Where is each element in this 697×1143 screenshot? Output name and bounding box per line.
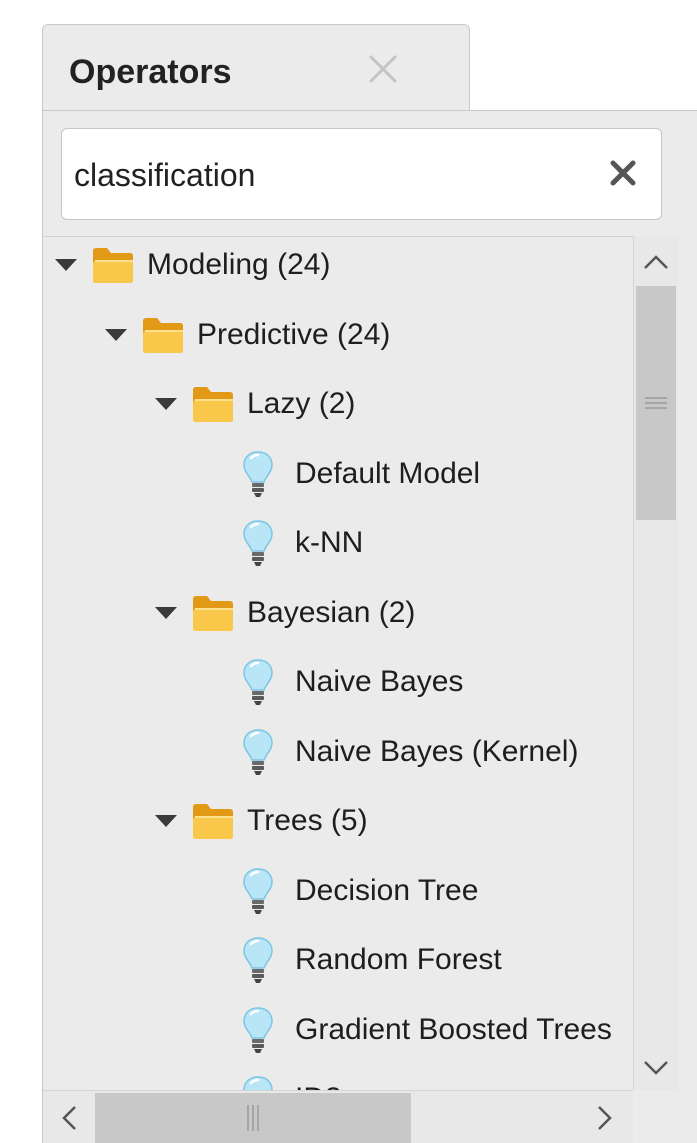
lightbulb-icon <box>243 520 273 566</box>
tab-title: Operators <box>69 53 232 91</box>
tree-operator-row[interactable]: Random Forest <box>241 932 502 988</box>
grip-icon <box>645 397 667 409</box>
tree-item-label: ID3 <box>295 1082 342 1090</box>
scroll-up-icon[interactable] <box>634 240 678 284</box>
lightbulb-icon <box>243 1076 273 1090</box>
tree-folder-row[interactable]: Predictive (24) <box>105 307 390 363</box>
tree-item-label: k-NN <box>295 526 364 559</box>
lightbulb-icon <box>243 659 273 705</box>
scrollbar-corner <box>633 1090 678 1143</box>
folder-icon <box>193 804 233 839</box>
tree-item-label: Bayesian (2) <box>247 595 416 629</box>
tree-folder-row[interactable]: Lazy (2) <box>155 376 355 432</box>
folder-icon <box>93 248 133 283</box>
horizontal-scroll-thumb[interactable] <box>95 1093 411 1143</box>
tree-operator-row[interactable]: Default Model <box>241 446 480 502</box>
tree-item-label: Default Model <box>295 456 481 490</box>
tree-operator-row[interactable]: Decision Tree <box>241 863 478 919</box>
operator-tree: Modeling (24) Predictive (24) Lazy (2) Defa… <box>43 236 633 1090</box>
tree-item-label: Trees (5) <box>247 804 368 837</box>
triangle-down-icon[interactable] <box>155 814 177 828</box>
scroll-down-icon[interactable] <box>634 1046 678 1090</box>
scroll-left-icon[interactable] <box>49 1091 89 1143</box>
tree-item-label: Naive Bayes <box>295 665 464 698</box>
tree-item-label: Gradient Boosted Trees <box>295 1012 612 1046</box>
tree-item-label: Modeling (24) <box>147 248 331 281</box>
tree-folder-row[interactable]: Modeling (24) <box>55 237 330 293</box>
folder-icon <box>193 387 233 422</box>
folder-icon <box>143 317 183 353</box>
grip-icon <box>247 1105 259 1131</box>
vertical-scroll-thumb[interactable] <box>636 286 676 520</box>
lightbulb-icon <box>243 1006 273 1053</box>
close-icon[interactable] <box>361 47 405 91</box>
tree-folder-row[interactable]: Bayesian (2) <box>155 585 415 641</box>
folder-icon <box>193 595 233 631</box>
tree-item-label: Lazy (2) <box>247 387 356 420</box>
lightbulb-icon <box>243 728 273 775</box>
tree-item-label: Predictive (24) <box>197 317 391 351</box>
horizontal-scrollbar[interactable] <box>43 1090 633 1143</box>
clear-icon[interactable] <box>601 151 645 195</box>
tree-item-label: Naive Bayes (Kernel) <box>295 734 579 768</box>
panel-border <box>469 110 697 111</box>
tree-operator-row[interactable]: Naive Bayes <box>241 654 463 710</box>
tree-item-label: Decision Tree <box>295 873 479 907</box>
search-input[interactable] <box>74 147 574 203</box>
tree-operator-row[interactable]: k-NN <box>241 515 363 571</box>
tree-folder-row[interactable]: Trees (5) <box>155 793 368 849</box>
search-box <box>61 128 662 220</box>
vertical-scrollbar[interactable] <box>633 236 678 1090</box>
tree-operator-row[interactable]: Gradient Boosted Trees <box>241 1002 612 1058</box>
tree-item-label: Random Forest <box>295 943 502 976</box>
scroll-right-icon[interactable] <box>585 1091 625 1143</box>
lightbulb-icon <box>243 450 273 497</box>
triangle-down-icon[interactable] <box>55 258 77 272</box>
triangle-down-icon[interactable] <box>155 397 177 411</box>
triangle-down-icon[interactable] <box>105 328 127 342</box>
lightbulb-icon <box>243 867 273 914</box>
triangle-down-icon[interactable] <box>155 606 177 620</box>
lightbulb-icon <box>243 937 273 983</box>
tree-operator-row[interactable]: Naive Bayes (Kernel) <box>241 724 578 780</box>
tree-operator-row[interactable]: ID3 <box>241 1071 342 1090</box>
operators-tab[interactable]: Operators <box>42 24 470 120</box>
